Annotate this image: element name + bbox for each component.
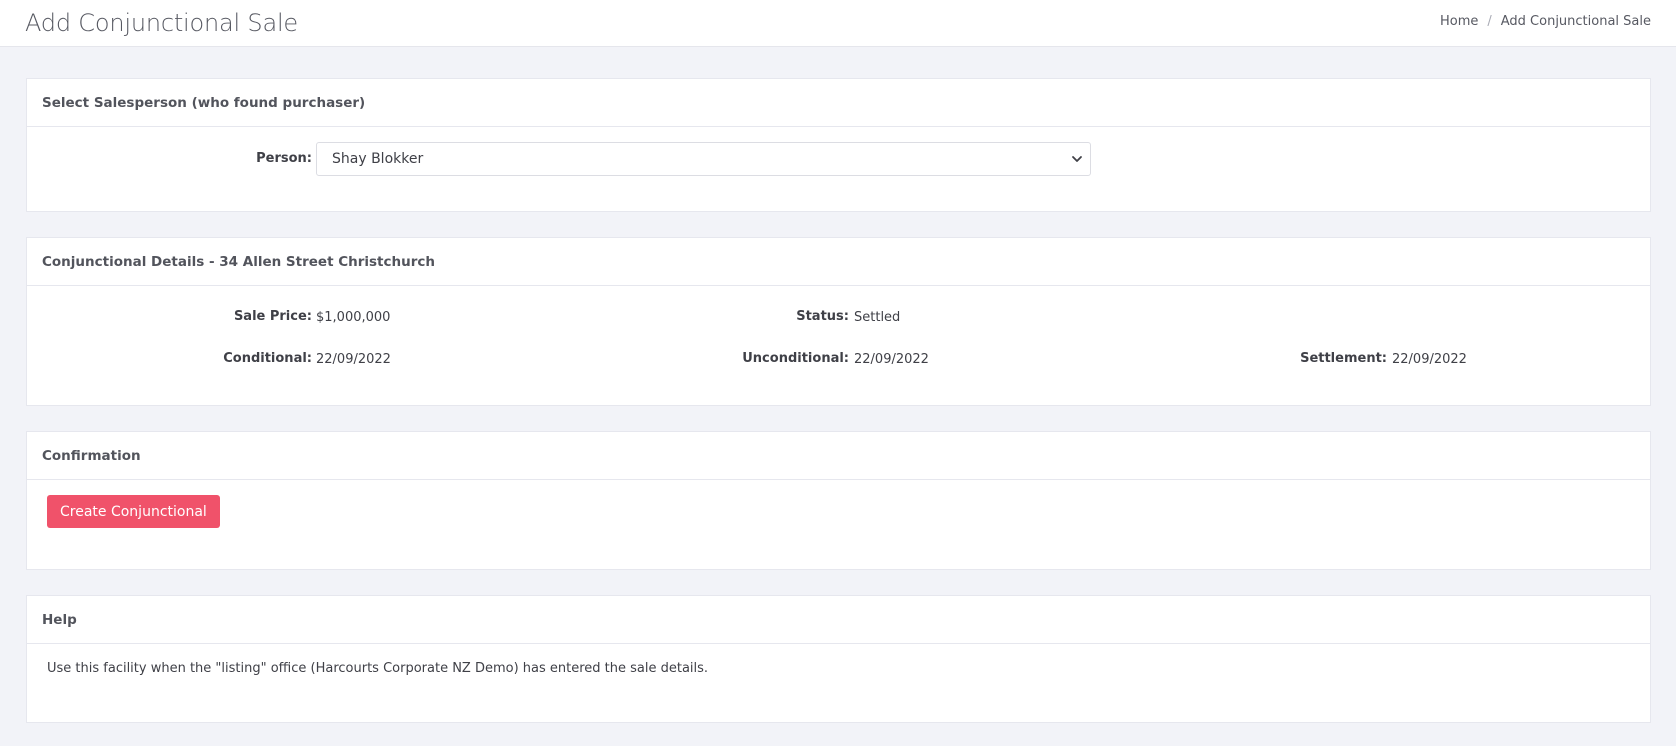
person-select[interactable]: Shay Blokker [316, 142, 1091, 176]
details-panel: Conjunctional Details - 34 Allen Street … [26, 237, 1651, 406]
status-value: Settled [854, 310, 901, 325]
top-bar: Add Conjunctional Sale Home / Add Conjun… [0, 0, 1676, 47]
chevron-down-icon [1072, 156, 1082, 162]
person-select-value: Shay Blokker [332, 151, 424, 167]
confirmation-panel-title: Confirmation [27, 432, 1650, 480]
conditional-label: Conditional: [223, 351, 312, 366]
sale-price-value: $1,000,000 [316, 310, 391, 325]
unconditional-value: 22/09/2022 [854, 352, 929, 367]
help-panel: Help Use this facility when the "listing… [26, 595, 1651, 723]
breadcrumb-separator: / [1487, 14, 1492, 29]
salesperson-panel: Select Salesperson (who found purchaser)… [26, 78, 1651, 212]
status-label: Status: [796, 309, 849, 324]
conditional-value: 22/09/2022 [316, 352, 391, 367]
confirmation-panel: Confirmation Create Conjunctional [26, 431, 1651, 570]
person-label: Person: [256, 151, 312, 166]
sale-price-label: Sale Price: [233, 309, 312, 324]
details-panel-title: Conjunctional Details - 34 Allen Street … [27, 238, 1650, 286]
settlement-value: 22/09/2022 [1392, 352, 1467, 367]
page-title: Add Conjunctional Sale [25, 9, 298, 37]
salesperson-panel-title: Select Salesperson (who found purchaser) [27, 79, 1650, 127]
breadcrumb-current: Add Conjunctional Sale [1500, 14, 1651, 29]
create-conjunctional-button[interactable]: Create Conjunctional [47, 495, 220, 528]
unconditional-label: Unconditional: [742, 351, 849, 366]
help-text: Use this facility when the "listing" off… [47, 661, 709, 676]
breadcrumb-home-link[interactable]: Home [1440, 14, 1478, 29]
settlement-label: Settlement: [1300, 351, 1387, 366]
breadcrumb: Home / Add Conjunctional Sale [1440, 14, 1651, 29]
help-panel-title: Help [27, 596, 1650, 644]
